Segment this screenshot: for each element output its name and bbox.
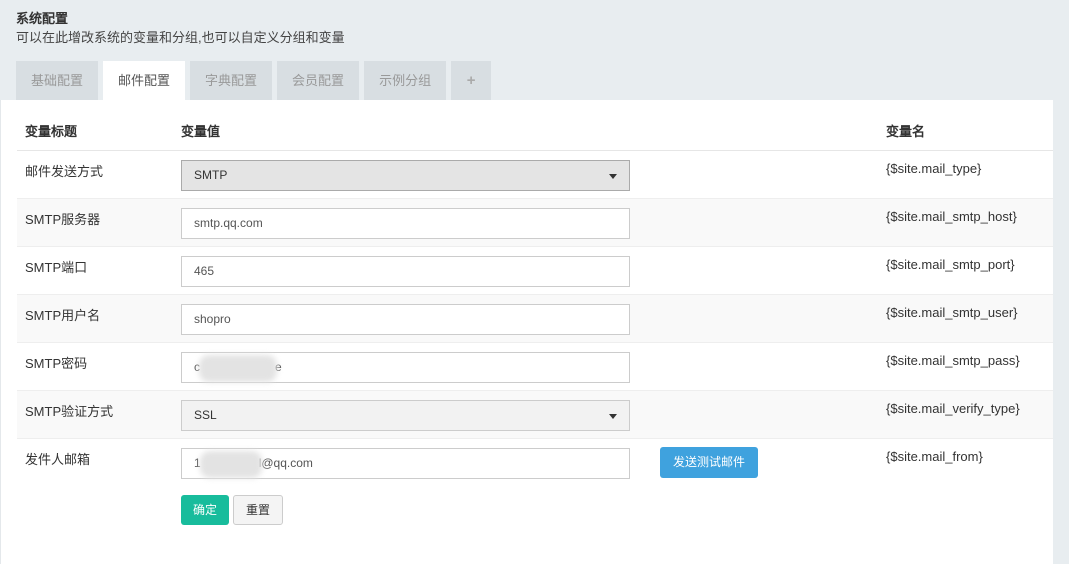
mail-type-select[interactable]: SMTP (181, 159, 630, 191)
table-row: SMTP用户名 shopro {$site.mail_smtp_user} (17, 293, 1053, 342)
row-variable-name: {$site.mail_verify_type} (878, 389, 1053, 438)
redaction-blur (200, 450, 262, 478)
mail-from-input[interactable]: 1 l@qq.com (181, 447, 630, 479)
chevron-down-icon (609, 173, 617, 179)
table-row: SMTP服务器 smtp.qq.com {$site.mail_smtp_hos… (17, 197, 1053, 246)
row-title: SMTP用户名 (17, 293, 173, 342)
row-title: SMTP密码 (17, 341, 173, 390)
table-row: SMTP验证方式 SSL {$site.mail_verify_type} (17, 389, 1053, 438)
smtp-user-input[interactable]: shopro (181, 303, 630, 335)
smtp-host-input[interactable]: smtp.qq.com (181, 207, 630, 239)
table-row: 邮件发送方式 SMTP {$site.mail_type} (17, 149, 1053, 198)
config-panel: 变量标题 变量值 变量名 邮件发送方式 SMTP {$site.mail_typ… (0, 100, 1069, 564)
tab-email-config[interactable]: 邮件配置 (103, 61, 186, 100)
row-variable-name: {$site.mail_smtp_port} (878, 245, 1053, 294)
table-row: SMTP密码 ce {$site.mail_smtp_pass} (17, 341, 1053, 390)
smtp-password-input[interactable]: ce (181, 351, 630, 383)
row-title: 发件人邮箱 (17, 437, 173, 486)
page-header: 系统配置 可以在此增改系统的变量和分组,也可以自定义分组和变量 基础配置 邮件配… (0, 0, 1069, 100)
chevron-down-icon (609, 413, 617, 419)
verify-type-select[interactable]: SSL (181, 399, 630, 431)
page-description: 可以在此增改系统的变量和分组,也可以自定义分组和变量 (16, 30, 345, 45)
row-variable-name: {$site.mail_type} (878, 149, 1053, 198)
tab-member-config[interactable]: 会员配置 (277, 61, 360, 100)
row-title: SMTP服务器 (17, 197, 173, 246)
reset-button[interactable]: 重置 (233, 495, 284, 525)
tab-dictionary-config[interactable]: 字典配置 (190, 61, 273, 100)
table-row: SMTP端口 465 {$site.mail_smtp_port} (17, 245, 1053, 294)
row-variable-name: {$site.mail_smtp_pass} (878, 341, 1053, 390)
column-header-name: 变量名 (878, 112, 1053, 151)
row-variable-name: {$site.mail_smtp_host} (878, 197, 1053, 246)
row-title: SMTP端口 (17, 245, 173, 294)
config-tabs: 基础配置 邮件配置 字典配置 会员配置 示例分组 + (16, 61, 496, 100)
row-variable-name: {$site.mail_smtp_user} (878, 293, 1053, 342)
add-tab-icon[interactable]: + (451, 61, 492, 100)
send-test-mail-button[interactable]: 发送测试邮件 (660, 446, 759, 478)
row-title: 邮件发送方式 (17, 149, 173, 198)
config-table: 变量标题 变量值 变量名 邮件发送方式 SMTP {$site.mail_typ… (17, 112, 1053, 486)
table-row: 发件人邮箱 1 l@qq.com 发送测试邮件 {$site.mail_from} (17, 437, 1053, 486)
column-header-value: 变量值 (173, 112, 878, 151)
row-variable-name: {$site.mail_from} (878, 437, 1053, 486)
select-value: SSL (194, 407, 217, 422)
mail-from-value-end: l@qq.com (258, 455, 313, 470)
table-header: 变量标题 变量值 变量名 (17, 112, 1053, 151)
select-value: SMTP (194, 167, 228, 182)
smtp-port-input[interactable]: 465 (181, 255, 630, 287)
row-title: SMTP验证方式 (17, 389, 173, 438)
page-title: 系统配置 (16, 11, 69, 26)
column-header-title: 变量标题 (17, 112, 173, 151)
form-actions: 确定 重置 (181, 495, 284, 525)
redaction-blur (199, 354, 277, 382)
confirm-button[interactable]: 确定 (181, 495, 230, 525)
tab-basic-config[interactable]: 基础配置 (16, 61, 99, 100)
tab-example-group[interactable]: 示例分组 (364, 61, 447, 100)
